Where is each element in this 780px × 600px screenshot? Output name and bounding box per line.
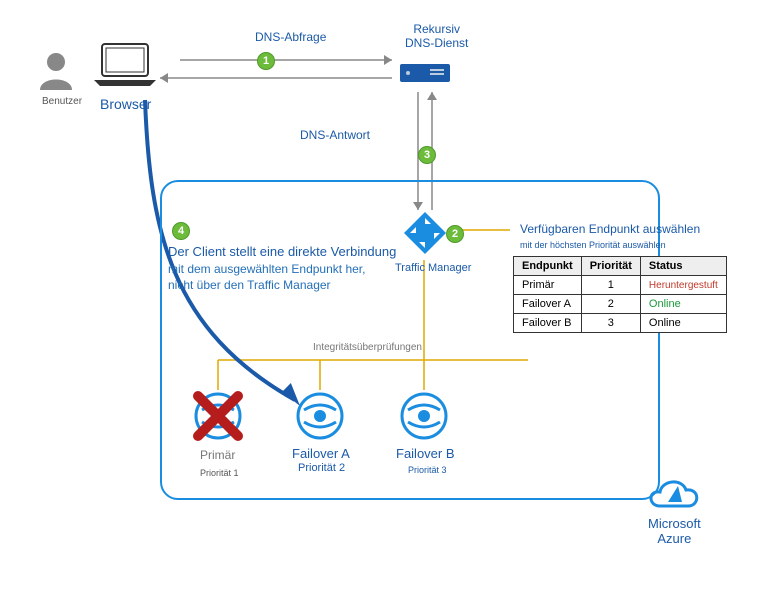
- traffic-manager-label: Traffic Manager: [395, 262, 471, 274]
- endpoint-failover-b-name: Failover B: [396, 446, 455, 461]
- endpoint-failover-a-name: Failover A: [292, 446, 350, 461]
- endpoint-failover-b-priority: Priorität 3: [408, 465, 447, 475]
- dns-query-label: DNS-Abfrage: [255, 30, 326, 44]
- user-icon: [38, 50, 74, 90]
- badge-2: 2: [446, 225, 464, 243]
- azure-cloud-icon: [642, 474, 702, 516]
- select-endpoint-sub: mit der höchsten Priorität auswählen: [520, 240, 666, 250]
- badge-4: 4: [172, 222, 190, 240]
- badge-1: 1: [257, 52, 275, 70]
- health-checks-label: Integritätsüberprüfungen: [313, 342, 422, 353]
- client-direct-line2: mit dem ausgewählten Endpunkt her,: [168, 262, 365, 276]
- client-direct-line1: Der Client stellt eine direkte Verbindun…: [168, 244, 396, 259]
- badge-3: 3: [418, 146, 436, 164]
- endpoint-failover-a-priority: Priorität 2: [298, 462, 345, 474]
- dns-server-icon: [400, 60, 450, 86]
- th-priority: Priorität: [581, 257, 640, 276]
- endpoint-failover-a-icon: [294, 390, 346, 442]
- table-row: Failover A 2 Online: [514, 295, 727, 314]
- traffic-manager-icon: [402, 210, 448, 256]
- recursive-dns-label: Rekursiv DNS-Dienst: [405, 22, 468, 50]
- laptop-icon: [90, 40, 160, 90]
- th-status: Status: [640, 257, 726, 276]
- endpoint-failover-b-icon: [398, 390, 450, 442]
- table-header-row: Endpunkt Priorität Status: [514, 257, 727, 276]
- azure-label: Microsoft Azure: [648, 516, 701, 546]
- table-row: Failover B 3 Online: [514, 314, 727, 333]
- select-endpoint-label: Verfügbaren Endpunkt auswählen: [520, 222, 700, 236]
- endpoint-primary-priority: Priorität 1: [200, 468, 239, 478]
- endpoint-primary-name: Primär: [200, 448, 235, 462]
- browser-label: Browser: [100, 96, 151, 112]
- user-label: Benutzer: [42, 96, 82, 107]
- table-row: Primär 1 Heruntergestuft: [514, 276, 727, 295]
- endpoint-table: Endpunkt Priorität Status Primär 1 Herun…: [513, 256, 727, 333]
- endpoint-primary-icon: [192, 390, 244, 442]
- dns-answer-label: DNS-Antwort: [300, 128, 370, 142]
- client-direct-line3: nicht über den Traffic Manager: [168, 278, 331, 292]
- th-endpoint: Endpunkt: [514, 257, 582, 276]
